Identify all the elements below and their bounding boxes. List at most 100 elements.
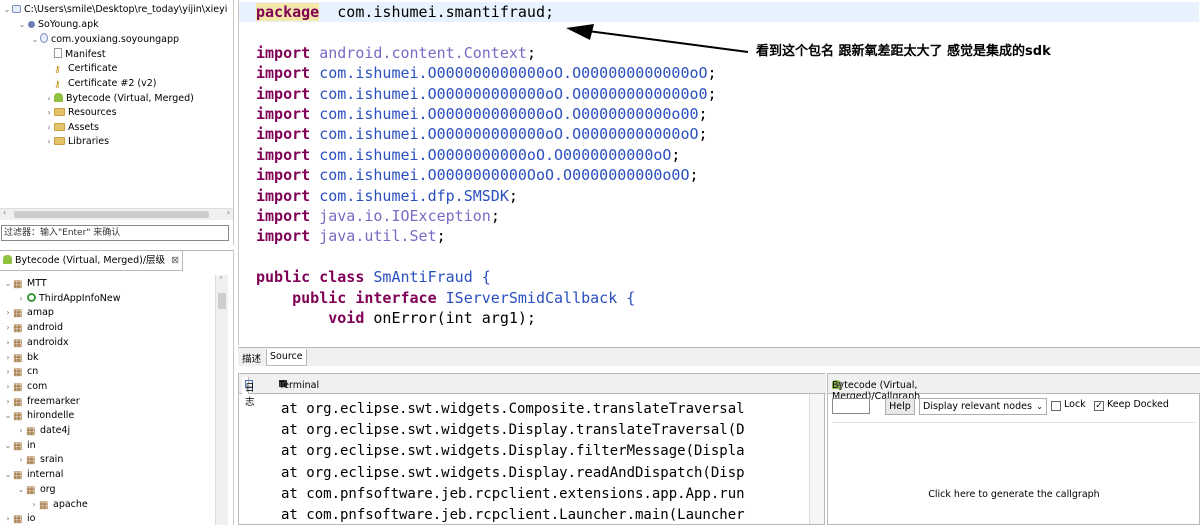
code-identifier[interactable]: com.ishumei.O000000000000oO.O0000000000o… [319,105,698,123]
package-grid-icon: ▦ [13,323,23,335]
code-identifier[interactable]: java.util.Set [319,227,436,245]
callgraph-canvas[interactable]: Click here to generate the callgraph [832,422,1196,522]
hierarchy-item[interactable]: ⌄ ▦ org [16,483,56,498]
expand-arrow-icon[interactable]: › [44,134,54,149]
hierarchy-item[interactable]: ⌄ ▦ MTT [3,277,47,292]
tree-item-assets[interactable]: › Assets [44,120,99,135]
code-line: public class SmAntiFraud { [239,267,491,287]
expand-arrow-icon[interactable]: › [3,395,13,410]
hierarchy-item[interactable]: › ▦ cn [3,365,38,380]
package-grid-icon: ▦ [13,337,23,349]
scrollbar-thumb[interactable] [218,293,226,309]
tab-hierarchy[interactable]: Bytecode (Virtual, Merged)/层级 ⊠ [0,251,183,271]
code-identifier[interactable]: com.ishumei.O000000000000oO.O00000000000… [319,85,707,103]
package-grid-icon: ▦ [13,308,23,320]
expand-arrow-icon[interactable]: › [16,292,26,307]
code-identifier[interactable]: SmAntiFraud { [373,268,490,286]
tree-item-libraries[interactable]: › Libraries [44,134,109,149]
tab-log[interactable]: 日志 [242,377,255,408]
collapse-arrow-icon[interactable]: ⌄ [16,483,26,498]
code-identifier[interactable]: com.ishumei.O0000000000OoO.O0000000000o0… [319,166,689,184]
tree-root-path[interactable]: ⌄ C:\Users\smile\Desktop\re_today\yijin\x… [2,2,228,17]
tab-description[interactable]: 描述 [242,351,261,365]
collapse-arrow-icon[interactable]: ⌄ [3,277,13,292]
expand-arrow-icon[interactable]: › [16,424,26,439]
horizontal-scrollbar[interactable]: ‹ › [0,208,233,220]
expand-arrow-icon[interactable]: › [3,380,13,395]
code-identifier[interactable]: com.ishumei.smantifraud; [328,3,554,21]
hierarchy-item[interactable]: ⌄ ▦ hirondelle [3,409,75,424]
tree-item-bytecode[interactable]: › Bytecode (Virtual, Merged) [44,91,194,106]
tab-callgraph[interactable]: Bytecode (Virtual, Merged)/Callgraph ⊠ [828,374,1200,402]
code-identifier[interactable]: com.ishumei.O000000000000oO.O00000000000… [319,64,707,82]
expand-arrow-icon[interactable]: › [44,91,54,106]
expand-arrow-icon[interactable]: › [3,351,13,366]
code-identifier[interactable]: com.ishumei.O0000000000oO.O0000000000oO [319,146,671,164]
expand-arrow-icon[interactable]: › [3,365,13,380]
collapse-arrow-icon[interactable]: ⌄ [2,2,12,17]
code-identifier[interactable]: com.ishumei.O000000000000oO.O00000000000… [319,125,698,143]
expand-arrow-icon[interactable]: › [3,321,13,336]
code-line: public interface IServerSmidCallback { [239,288,635,308]
code-identifier[interactable]: onError(int arg1); [373,309,536,327]
hierarchy-item[interactable]: › ▦ io [3,512,35,525]
tree-apk[interactable]: ⌄ SoYoung.apk [17,17,99,32]
code-line: import java.util.Set; [256,227,446,246]
hierarchy-item[interactable]: › ThirdAppInfoNew [16,292,121,307]
expand-arrow-icon[interactable]: › [44,105,54,120]
hierarchy-item[interactable]: › ▦ bk [3,351,38,366]
tree-item-certificate-2[interactable]: ⚷ Certificate #2 (v2) [44,76,156,91]
tree-item-certificate[interactable]: ⚷ Certificate [44,61,117,76]
hierarchy-item[interactable]: › ▦ android [3,321,63,336]
package-grid-icon: ▦ [13,396,23,408]
code-identifier[interactable]: java.io.IOException [319,207,491,225]
hierarchy-item[interactable]: ⌄ ▦ internal [3,468,64,483]
package-grid-icon: ▦ [26,484,36,496]
code-identifier[interactable]: android.content.Context [319,44,527,62]
hierarchy-item[interactable]: ⌄ ▦ in [3,439,36,454]
hierarchy-item[interactable]: › ▦ srain [16,453,63,468]
keep-docked-checkbox[interactable]: ✓ [1094,401,1104,411]
tree-package[interactable]: ⌄ com.youxiang.soyoungapp [30,32,179,47]
hierarchy-item[interactable]: › ▦ androidx [3,336,68,351]
code-line: import android.content.Context; [256,43,536,62]
close-icon[interactable]: ⊠ [835,380,843,391]
scroll-up-icon[interactable]: ˄ [219,276,223,285]
hierarchy-item[interactable]: › ▦ amap [3,306,54,321]
collapse-arrow-icon[interactable]: ⌄ [3,439,13,454]
code-editor[interactable]: package com.ishumei.smantifraud; import a… [238,0,1200,345]
expand-arrow-icon[interactable]: › [29,498,39,513]
code-line: import com.ishumei.O000000000000oO.O0000… [256,105,708,123]
lock-checkbox[interactable] [1051,401,1061,411]
vertical-scrollbar[interactable] [809,394,824,524]
display-mode-select[interactable]: Display relevant nodes ⌄ [919,398,1047,415]
collapse-arrow-icon[interactable]: ⌄ [30,32,40,47]
collapse-arrow-icon[interactable]: ⌄ [3,468,13,483]
expand-arrow-icon[interactable]: › [3,512,13,525]
scrollbar-thumb[interactable] [14,211,209,218]
filter-input[interactable]: 过滤器：输入"Enter" 来确认 [1,225,229,241]
hierarchy-item[interactable]: › ▦ apache [29,498,87,513]
generate-callgraph-link[interactable]: Click here to generate the callgraph [832,489,1196,500]
hierarchy-item[interactable]: › ▦ date4j [16,424,70,439]
tab-source[interactable]: Source [266,349,307,366]
package-grid-icon: ▦ [13,514,23,525]
collapse-arrow-icon[interactable]: ⌄ [3,409,13,424]
close-icon[interactable]: ⊠ [171,255,179,266]
expand-arrow-icon[interactable]: › [44,120,54,135]
vertical-scrollbar[interactable]: ˄ [215,275,228,525]
hierarchy-item[interactable]: › ▦ com [3,380,47,395]
help-button[interactable]: Help [885,398,915,415]
scroll-left-icon[interactable]: ‹ [3,208,6,217]
expand-arrow-icon[interactable]: › [3,336,13,351]
tree-item-manifest[interactable]: Manifest [44,47,106,62]
expand-arrow-icon[interactable]: › [16,453,26,468]
expand-arrow-icon[interactable]: › [3,306,13,321]
code-identifier[interactable]: com.ishumei.dfp.SMSDK [319,187,509,205]
code-identifier[interactable]: IServerSmidCallback { [446,289,636,307]
callgraph-input[interactable] [832,398,870,414]
scroll-right-icon[interactable]: › [227,208,230,217]
collapse-arrow-icon[interactable]: ⌄ [17,17,27,32]
hierarchy-item[interactable]: › ▦ freemarker [3,395,79,410]
tree-item-resources[interactable]: › Resources [44,105,116,120]
